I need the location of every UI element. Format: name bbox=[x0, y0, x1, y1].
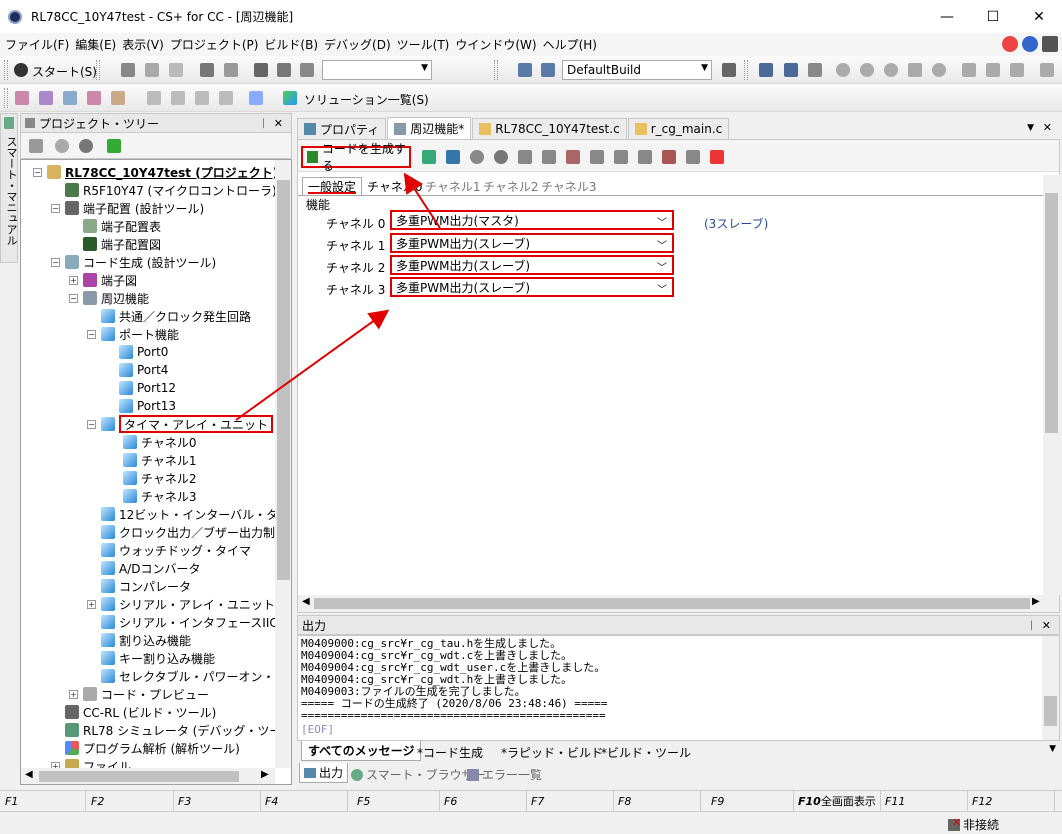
arrow-to-channel-selects bbox=[235, 309, 390, 421]
arrow-to-generate-button bbox=[403, 172, 441, 229]
annotation-arrows bbox=[235, 172, 441, 421]
